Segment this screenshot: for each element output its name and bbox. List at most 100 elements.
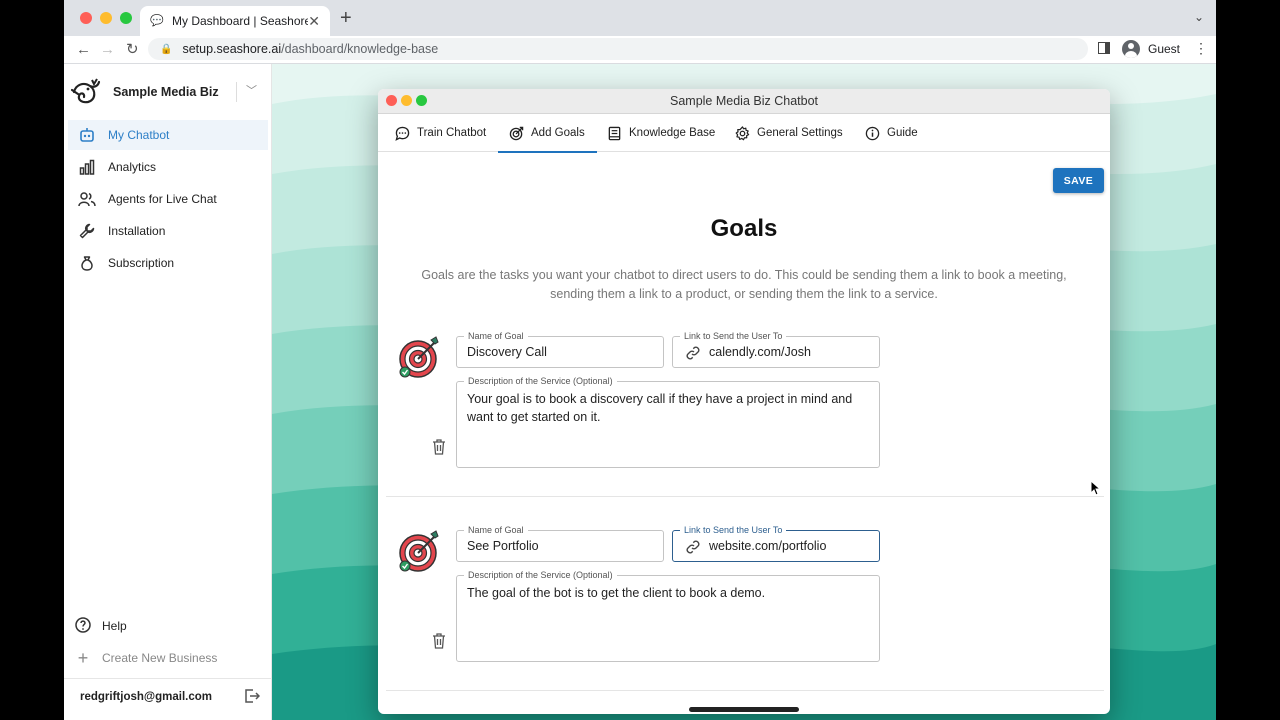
goal-link-field[interactable]: Link to Send the User To website.com/por… [672,524,880,562]
plus-icon: + [77,647,89,668]
sidebar-item-agents[interactable]: Agents for Live Chat [68,184,268,214]
divider [386,690,1104,691]
sidebar-item-label: Analytics [108,160,157,174]
logout-icon[interactable] [244,688,261,709]
goal-link-value: calendly.com/Josh [709,345,811,359]
field-label: Description of the Service (Optional) [464,375,617,387]
tab-guide[interactable]: Guide [864,114,918,152]
url-host: setup.seashore.ai [182,42,282,56]
help-label: Help [102,619,127,633]
tab-general-settings[interactable]: General Settings [734,114,843,152]
minimize-window-button[interactable] [100,12,112,24]
reload-icon[interactable]: ↻ [126,40,139,60]
scroll-indicator[interactable] [689,707,799,712]
help-circle-icon [74,616,92,636]
link-icon [686,540,700,554]
target-icon [508,125,524,141]
robot-icon [78,126,96,144]
goal-description-field[interactable]: Description of the Service (Optional) Th… [456,569,880,662]
delete-goal-trash-icon[interactable] [432,439,446,455]
profile-button[interactable]: Guest [1118,38,1188,60]
sidebar: Sample Media Biz ﹀ My Chatbot Analytics … [64,64,272,720]
gear-icon [734,125,750,141]
chat-bubble-icon: 💬 [150,15,164,27]
field-label: Link to Send the User To [680,330,787,342]
tab-title: My Dashboard | Seashore.AI [172,14,309,28]
divider [236,82,237,102]
sidebar-item-label: Installation [108,224,166,238]
money-bag-icon [78,254,96,272]
tab-close-icon[interactable]: ✕ [308,13,320,30]
field-label: Link to Send the User To [680,524,787,536]
chevron-down-icon[interactable]: ﹀ [246,82,257,98]
screen: 💬 My Dashboard | Seashore.AI ✕ + ⌄ ← → ↻… [64,0,1216,720]
sidebar-item-subscription[interactable]: Subscription [68,248,268,278]
create-business-label: Create New Business [102,651,218,665]
sidebar-item-label: My Chatbot [108,128,170,142]
browser-toolbar: ← → ↻ 🔒 setup.seashore.ai/dashboard/know… [64,36,1216,64]
book-icon [606,125,622,141]
new-tab-button[interactable]: + [340,8,352,28]
save-button[interactable]: SAVE [1053,168,1104,193]
goal-name-value: Discovery Call [467,345,547,359]
tab-knowledge-base[interactable]: Knowledge Base [606,114,715,152]
tab-label: General Settings [757,127,843,139]
goal-name-field[interactable]: Name of Goal Discovery Call [456,330,664,368]
mouse-cursor-icon [1090,480,1100,496]
window-maximize-button[interactable] [416,95,427,106]
profile-label: Guest [1148,42,1181,56]
more-menu-icon[interactable]: ⋮ [1194,40,1208,57]
address-bar[interactable]: 🔒 setup.seashore.ai/dashboard/knowledge-… [148,38,1088,60]
window-minimize-button[interactable] [401,95,412,106]
delete-goal-trash-icon[interactable] [432,633,446,649]
sidebar-item-label: Subscription [108,256,175,270]
back-arrow-icon[interactable]: ← [76,40,91,60]
side-panel-icon[interactable] [1098,42,1110,54]
forward-arrow-icon[interactable]: → [100,40,115,60]
divider [64,678,272,679]
chatbot-window: Sample Media Biz Chatbot Train Chatbot A… [378,89,1110,714]
goal-link-field[interactable]: Link to Send the User To calendly.com/Jo… [672,330,880,368]
goal-name-field[interactable]: Name of Goal See Portfolio [456,524,664,562]
browser-tab[interactable]: 💬 My Dashboard | Seashore.AI ✕ [140,6,330,36]
field-label: Name of Goal [464,524,528,536]
tab-label: Train Chatbot [417,127,487,139]
tab-add-goals[interactable]: Add Goals [498,114,597,153]
avatar-icon [1122,40,1140,58]
tab-train-chatbot[interactable]: Train Chatbot [394,114,486,152]
goal-target-icon [399,530,439,572]
maximize-window-button[interactable] [120,12,132,24]
business-selector[interactable]: Sample Media Biz ﹀ [70,74,266,110]
goal-card: Name of Goal Discovery Call Link to Send… [378,330,1110,513]
tab-search-chevron-icon[interactable]: ⌄ [1194,10,1204,24]
goal-description-value: The goal of the bot is to get the client… [467,586,766,600]
link-icon [686,346,700,360]
tab-label: Guide [887,127,918,139]
page-description: Goals are the tasks you want your chatbo… [421,268,1067,301]
sidebar-item-my-chatbot[interactable]: My Chatbot [68,120,268,150]
field-label: Name of Goal [464,330,528,342]
goal-link-value: website.com/portfolio [709,539,827,553]
window-title-bar: Sample Media Biz Chatbot [378,89,1110,114]
goal-description-field[interactable]: Description of the Service (Optional) Yo… [456,375,880,468]
seahorse-logo-icon [70,78,101,104]
url-path: /dashboard/knowledge-base [281,42,439,56]
bar-chart-icon [78,158,96,176]
sidebar-item-analytics[interactable]: Analytics [68,152,268,182]
chat-icon [394,125,410,141]
sidebar-item-label: Agents for Live Chat [108,192,217,206]
tab-label: Knowledge Base [629,127,716,139]
divider [386,496,1104,497]
users-icon [78,190,96,208]
goal-card: Name of Goal See Portfolio Link to Send … [378,524,1110,707]
sidebar-item-installation[interactable]: Installation [68,216,268,246]
window-close-button[interactable] [386,95,397,106]
business-name: Sample Media Biz [113,85,219,99]
goal-name-value: See Portfolio [467,539,539,553]
close-window-button[interactable] [80,12,92,24]
help-link[interactable]: Help [74,615,127,637]
field-label: Description of the Service (Optional) [464,569,617,581]
create-business-button[interactable]: + Create New Business [74,647,218,669]
goal-description-value: Your goal is to book a discovery call if… [467,392,853,424]
lock-icon: 🔒 [160,43,173,55]
